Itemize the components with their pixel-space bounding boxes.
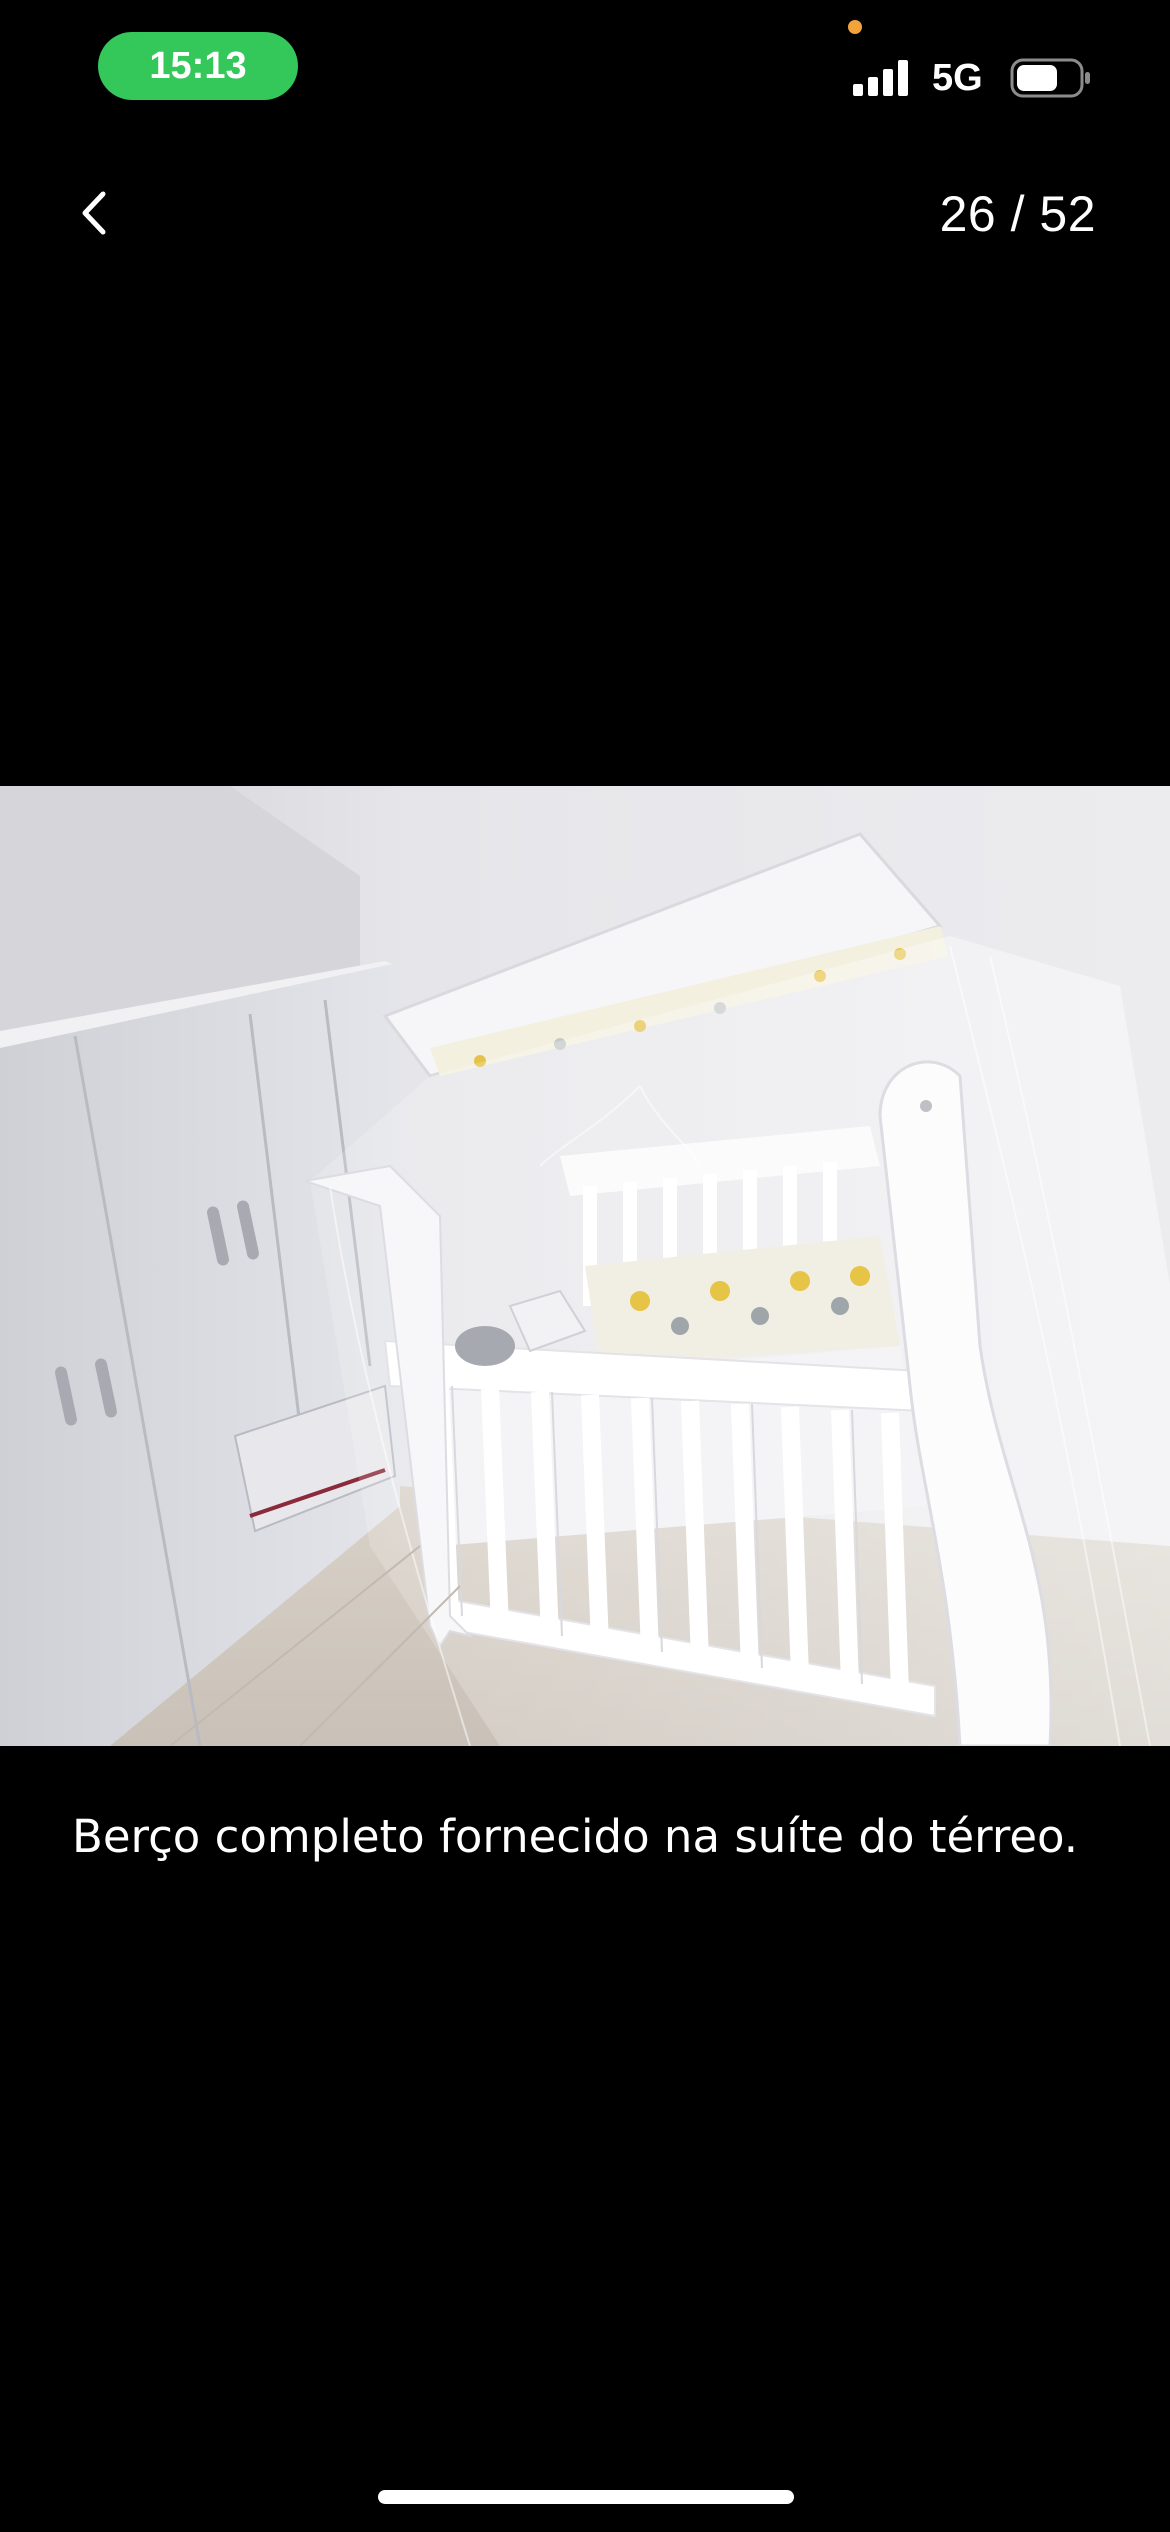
privacy-indicator-dot [848,20,862,34]
network-type: 5G [932,57,983,99]
crib-photo[interactable] [0,786,1170,1746]
back-button[interactable] [64,180,124,246]
photo-caption: Berço completo fornecido na suíte do tér… [72,1810,1079,1863]
status-bar: 15:13 5G [0,0,1170,140]
cellular-signal-icon [853,60,908,96]
status-time: 15:13 [149,44,247,87]
chevron-left-icon [82,191,106,235]
time-pill: 15:13 [98,32,298,100]
photo-illustration [0,786,1170,1746]
photo-counter: 26 / 52 [939,186,1096,242]
battery-icon [1010,58,1090,98]
home-indicator[interactable] [378,2490,794,2504]
